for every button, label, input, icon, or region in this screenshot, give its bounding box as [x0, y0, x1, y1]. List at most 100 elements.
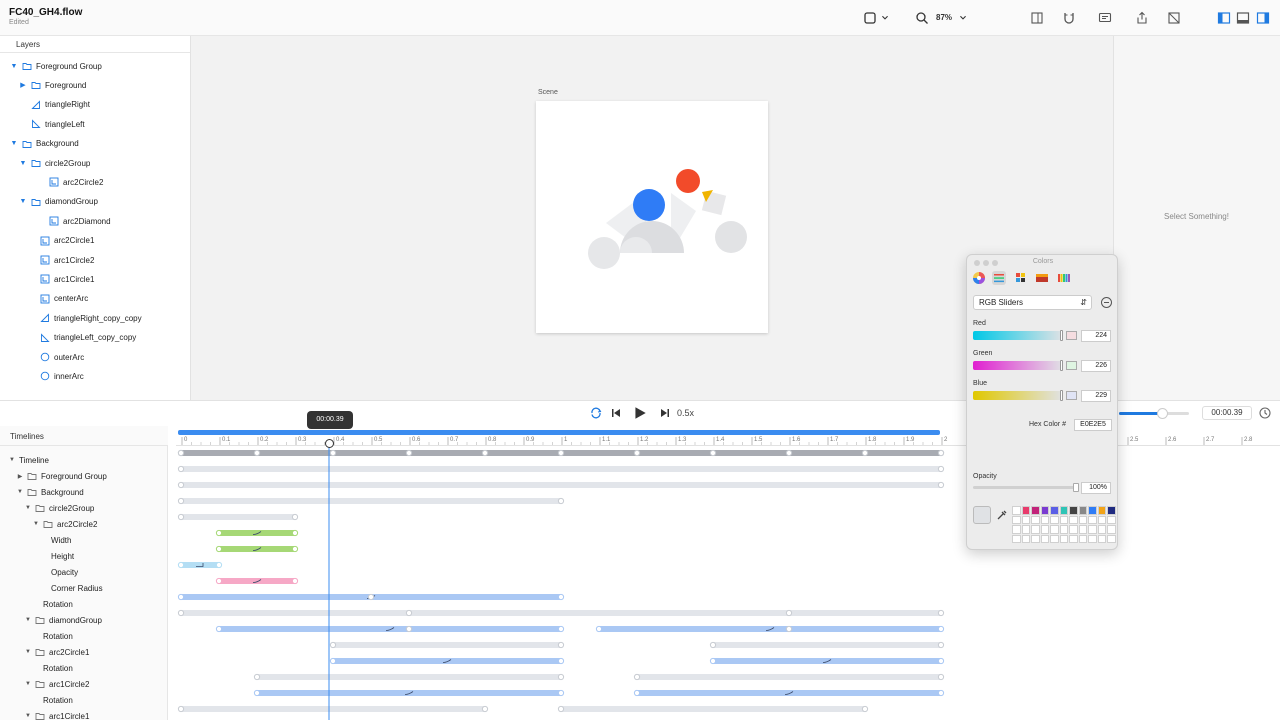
- color-swatch[interactable]: [1021, 515, 1030, 524]
- timeline-row[interactable]: Corner Radius: [40, 580, 103, 596]
- layer-row[interactable]: triangleRight_copy_copy: [28, 310, 142, 326]
- color-swatch[interactable]: [1097, 525, 1106, 534]
- magnet-icon[interactable]: [1061, 10, 1077, 26]
- color-swatch[interactable]: [1031, 534, 1040, 543]
- disclosure-closed-icon[interactable]: ▶: [19, 81, 27, 89]
- time-readout[interactable]: 00:00.39: [1202, 406, 1252, 420]
- blue-slider[interactable]: [973, 391, 1063, 400]
- color-swatch[interactable]: [1088, 534, 1097, 543]
- color-swatch[interactable]: [1059, 506, 1068, 515]
- disclosure-open-icon[interactable]: ▼: [32, 521, 40, 527]
- layer-row[interactable]: triangleLeft_copy_copy: [28, 330, 136, 346]
- layer-row[interactable]: arc1Circle1: [28, 271, 94, 287]
- disclosure-open-icon[interactable]: ▼: [24, 649, 32, 655]
- color-swatch[interactable]: [1069, 515, 1078, 524]
- skip-forward-icon[interactable]: [657, 405, 673, 421]
- clock-icon[interactable]: [1257, 405, 1273, 421]
- disclosure-open-icon[interactable]: ▼: [19, 160, 27, 167]
- disclosure-open-icon[interactable]: ▼: [16, 489, 24, 495]
- comment-icon[interactable]: [1097, 10, 1113, 26]
- color-swatch[interactable]: [1040, 534, 1049, 543]
- color-palettes-icon[interactable]: [1014, 271, 1028, 285]
- color-swatch[interactable]: [1031, 506, 1040, 515]
- timeline-row[interactable]: Rotation: [32, 596, 73, 612]
- right-panel-icon[interactable]: [1255, 10, 1271, 26]
- color-wheel-icon[interactable]: [972, 271, 986, 285]
- options-icon[interactable]: [1101, 297, 1112, 308]
- disclosure-open-icon[interactable]: ▼: [24, 505, 32, 511]
- timeline-row[interactable]: ▼ arc2Circle2: [32, 516, 97, 532]
- chevron-down-icon[interactable]: [957, 10, 969, 26]
- current-color-well[interactable]: [973, 506, 991, 524]
- color-swatch[interactable]: [1097, 506, 1106, 515]
- play-icon[interactable]: [631, 404, 649, 422]
- color-swatch[interactable]: [1059, 525, 1068, 534]
- skip-back-icon[interactable]: [608, 405, 624, 421]
- opacity-value[interactable]: 100%: [1081, 482, 1111, 494]
- color-swatch[interactable]: [1059, 534, 1068, 543]
- volume-slider-knob[interactable]: [1157, 408, 1168, 419]
- color-swatch[interactable]: [1088, 525, 1097, 534]
- disclosure-open-icon[interactable]: ▼: [10, 140, 18, 147]
- image-palettes-icon[interactable]: [1035, 271, 1049, 285]
- layer-row[interactable]: ▼ diamondGroup: [19, 194, 98, 210]
- disclosure-open-icon[interactable]: ▼: [8, 457, 16, 463]
- opacity-slider-knob[interactable]: [1073, 483, 1079, 492]
- disclosure-open-icon[interactable]: ▼: [10, 63, 18, 70]
- color-swatch[interactable]: [1031, 515, 1040, 524]
- color-swatch[interactable]: [1012, 506, 1021, 515]
- color-swatch[interactable]: [1059, 515, 1068, 524]
- color-swatch[interactable]: [1097, 515, 1106, 524]
- layer-row[interactable]: ▼ Background: [10, 136, 79, 152]
- layer-row[interactable]: ▼ Foreground Group: [10, 58, 102, 74]
- layer-row[interactable]: ▼ circle2Group: [19, 155, 91, 171]
- color-swatch[interactable]: [1078, 515, 1087, 524]
- timeline-row[interactable]: ▼ arc2Circle1: [24, 644, 89, 660]
- green-slider-knob[interactable]: [1060, 360, 1063, 371]
- color-swatch[interactable]: [1012, 534, 1021, 543]
- blue-value[interactable]: 229: [1081, 390, 1111, 402]
- search-icon[interactable]: [914, 10, 930, 26]
- disclosure-open-icon[interactable]: ▼: [24, 713, 32, 719]
- layer-row[interactable]: arc2Diamond: [37, 213, 111, 229]
- color-swatch[interactable]: [1069, 534, 1078, 543]
- layer-row[interactable]: arc2Circle1: [28, 233, 94, 249]
- opacity-slider[interactable]: [973, 486, 1077, 489]
- timeline-row[interactable]: ▼ circle2Group: [24, 500, 94, 516]
- green-value[interactable]: 226: [1081, 360, 1111, 372]
- timeline-row[interactable]: Rotation: [32, 660, 73, 676]
- timeline-row[interactable]: Height: [40, 548, 74, 564]
- color-swatch[interactable]: [1040, 506, 1049, 515]
- loop-icon[interactable]: [588, 405, 604, 421]
- color-swatch[interactable]: [1088, 506, 1097, 515]
- image-icon[interactable]: [1166, 10, 1182, 26]
- hex-value[interactable]: E0E2E5: [1074, 419, 1112, 431]
- crayons-icon[interactable]: [1057, 271, 1071, 285]
- chevron-down-icon[interactable]: [879, 10, 891, 26]
- layer-row[interactable]: triangleRight: [19, 97, 90, 113]
- timeline-row[interactable]: ▼ arc1Circle2: [24, 676, 89, 692]
- color-swatch[interactable]: [1088, 515, 1097, 524]
- square-icon[interactable]: [862, 10, 878, 26]
- red-slider-knob[interactable]: [1060, 330, 1063, 341]
- color-swatch[interactable]: [1050, 515, 1059, 524]
- blue-slider-knob[interactable]: [1060, 390, 1063, 401]
- timeline-row[interactable]: ▼ diamondGroup: [24, 612, 102, 628]
- timeline-row[interactable]: Rotation: [32, 628, 73, 644]
- bottom-panel-icon[interactable]: [1235, 10, 1251, 26]
- color-swatch[interactable]: [1012, 525, 1021, 534]
- color-swatch[interactable]: [1107, 506, 1116, 515]
- timeline-row[interactable]: Opacity: [40, 564, 78, 580]
- share-icon[interactable]: [1134, 10, 1150, 26]
- color-swatch[interactable]: [1050, 506, 1059, 515]
- disclosure-closed-icon[interactable]: ▶: [16, 473, 24, 480]
- red-value[interactable]: 224: [1081, 330, 1111, 342]
- color-sliders-icon[interactable]: [992, 271, 1006, 285]
- playhead-handle[interactable]: [325, 439, 334, 448]
- color-swatch[interactable]: [1040, 525, 1049, 534]
- color-swatch[interactable]: [1107, 515, 1116, 524]
- layer-row[interactable]: outerArc: [28, 349, 84, 365]
- layer-row[interactable]: centerArc: [28, 291, 88, 307]
- disclosure-open-icon[interactable]: ▼: [19, 198, 27, 205]
- sidebar-icon[interactable]: [1029, 10, 1045, 26]
